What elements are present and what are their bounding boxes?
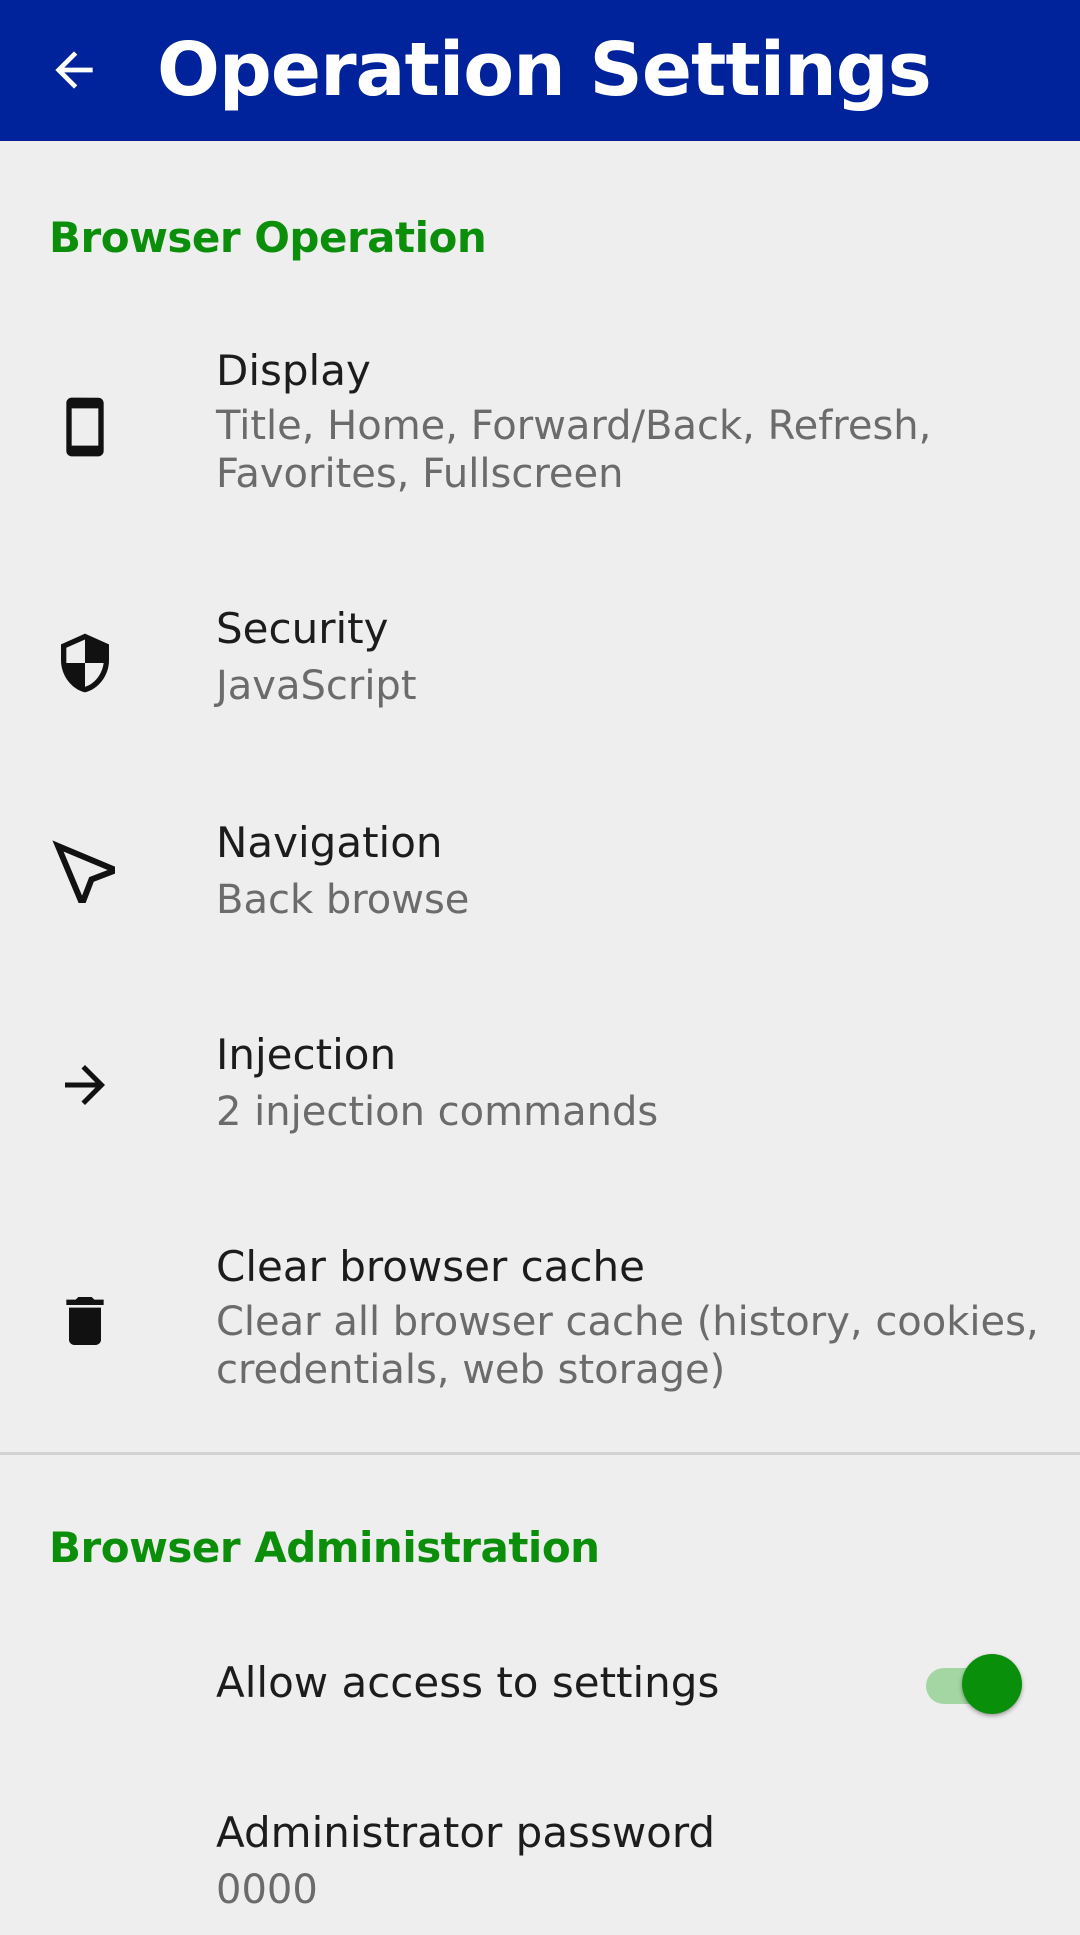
- setting-summary: JavaScript: [216, 663, 417, 709]
- setting-title: Security: [216, 604, 389, 653]
- setting-title: Clear browser cache: [216, 1242, 645, 1291]
- arrow-right-icon: [40, 1040, 130, 1130]
- setting-item-injection[interactable]: Injection 2 injection commands: [0, 1018, 1080, 1188]
- setting-item-security[interactable]: Security JavaScript: [0, 592, 1080, 762]
- setting-item-display[interactable]: Display Title, Home, Forward/Back, Refre…: [0, 330, 1080, 530]
- setting-item-admin-password[interactable]: Administrator password 0000: [0, 1796, 1080, 1935]
- setting-summary: 2 injection commands: [216, 1089, 659, 1135]
- setting-title: Display: [216, 346, 371, 395]
- setting-summary: 0000: [216, 1867, 318, 1913]
- setting-item-clear-cache[interactable]: Clear browser cache Clear all browser ca…: [0, 1230, 1080, 1430]
- setting-summary: Back browse: [216, 877, 470, 923]
- back-button[interactable]: [36, 32, 112, 108]
- arrow-left-icon: [55, 51, 93, 89]
- app-bar: Operation Settings: [0, 0, 1080, 141]
- setting-title: Navigation: [216, 818, 443, 867]
- navigation-icon: [40, 828, 130, 918]
- setting-summary: Clear all browser cache (history, cookie…: [216, 1299, 1039, 1393]
- section-divider: [0, 1452, 1080, 1455]
- trash-icon: [40, 1276, 130, 1366]
- smartphone-icon: [40, 382, 130, 472]
- shield-icon: [40, 618, 130, 708]
- section-header-browser-administration: Browser Administration: [49, 1523, 600, 1572]
- setting-title: Allow access to settings: [216, 1658, 720, 1707]
- setting-item-allow-access[interactable]: Allow access to settings: [0, 1628, 1080, 1738]
- setting-summary: Title, Home, Forward/Back, Refresh, Favo…: [216, 403, 932, 497]
- page-title: Operation Settings: [157, 27, 932, 113]
- setting-title: Injection: [216, 1030, 397, 1079]
- section-header-browser-operation: Browser Operation: [49, 213, 487, 262]
- setting-item-navigation[interactable]: Navigation Back browse: [0, 806, 1080, 976]
- allow-access-toggle[interactable]: [926, 1652, 1026, 1716]
- setting-title: Administrator password: [216, 1808, 716, 1857]
- toggle-thumb: [962, 1654, 1022, 1714]
